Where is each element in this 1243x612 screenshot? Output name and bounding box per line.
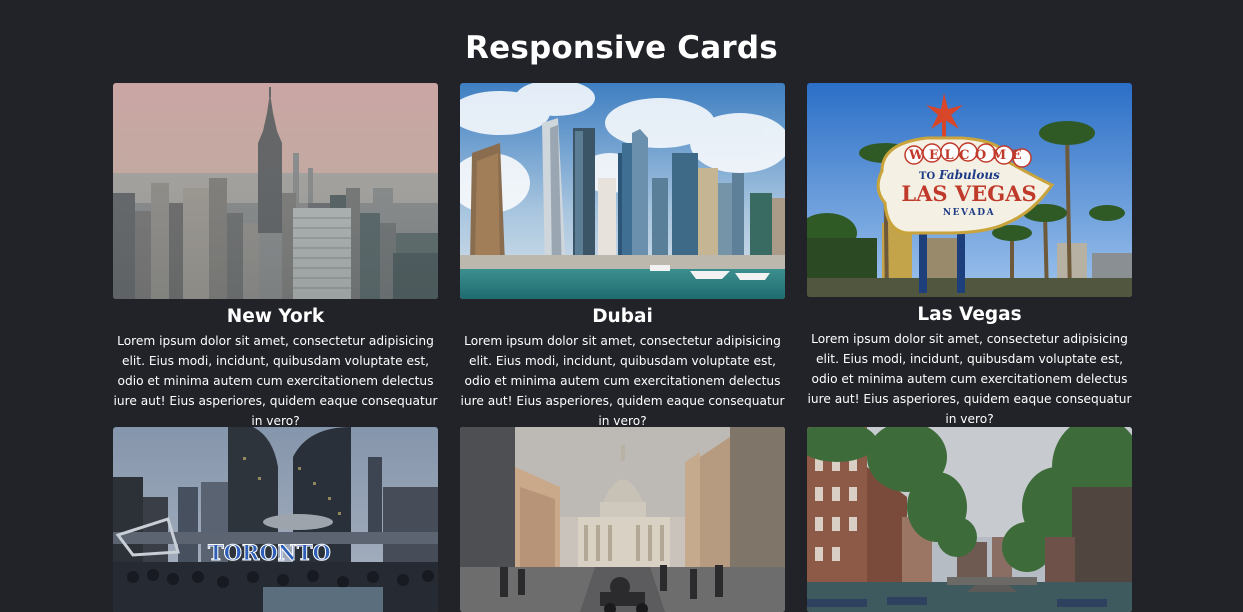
card-image-dubai (460, 83, 785, 299)
card-image-toronto: TORONTO (113, 427, 438, 612)
page-title: Responsive Cards (465, 30, 778, 66)
card-image-rome (460, 427, 785, 612)
sign-city-text: LAS VEGAS (901, 181, 1036, 206)
card-new-york: New York Lorem ipsum dolor sit amet, con… (113, 83, 438, 431)
card-description: Lorem ipsum dolor sit amet, consectetur … (807, 332, 1132, 426)
card-description: Lorem ipsum dolor sit amet, consectetur … (113, 334, 438, 428)
card-dubai: Dubai Lorem ipsum dolor sit amet, consec… (460, 83, 785, 431)
card-las-vegas: WELCOME TO Fabulous LAS VEGAS NEVADA Las… (807, 83, 1132, 429)
sign-fabulous-text: Fabulous (938, 168, 1000, 182)
card-image-new-york (113, 83, 438, 299)
card-image-las-vegas: WELCOME TO Fabulous LAS VEGAS NEVADA (807, 83, 1132, 297)
card-amsterdam (807, 427, 1132, 612)
card-toronto: TORONTO (113, 427, 438, 612)
card-title: Las Vegas (917, 304, 1022, 325)
card-title: Dubai (592, 306, 653, 327)
card-description: Lorem ipsum dolor sit amet, consectetur … (460, 334, 785, 428)
card-title: New York (226, 306, 325, 327)
sign-welcome-text: WELCOME (908, 148, 1027, 163)
card-image-amsterdam (807, 427, 1132, 612)
sign-state-text: NEVADA (943, 208, 995, 218)
card-rome (460, 427, 785, 612)
toronto-sign-text: TORONTO (208, 540, 331, 565)
